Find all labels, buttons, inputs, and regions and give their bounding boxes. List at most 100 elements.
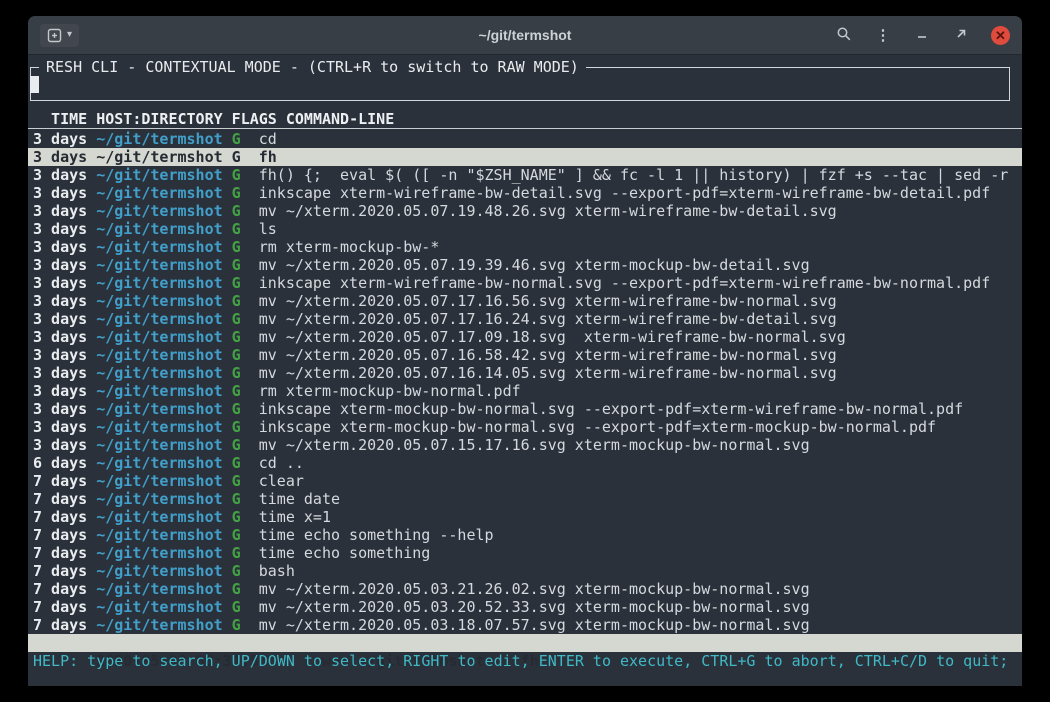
row-command: mv ~/xterm.2020.05.03.21.26.02.svg xterm… [259,580,810,598]
row-host-directory: ~/git/termshot [96,238,231,256]
row-time: 7 days [33,598,96,616]
row-host-directory: ~/git/termshot [96,490,231,508]
row-time: 3 days [33,256,96,274]
history-row[interactable]: 3 days~/git/termshotGls [28,220,1022,238]
terminal-content[interactable]: RESH CLI - CONTEXTUAL MODE - (CTRL+R to … [28,55,1022,686]
history-row[interactable]: 3 days~/git/termshotGmv ~/xterm.2020.05.… [28,310,1022,328]
row-command: cd [259,130,277,148]
row-flags: G [232,238,259,256]
history-row[interactable]: 7 days~/git/termshotGtime x=1 [28,508,1022,526]
history-row[interactable]: 3 days~/git/termshotGmv ~/xterm.2020.05.… [28,364,1022,382]
history-row[interactable]: 7 days~/git/termshotGtime echo something… [28,526,1022,544]
row-flags: G [232,130,259,148]
row-command: time x=1 [259,508,331,526]
row-host-directory: ~/git/termshot [96,544,231,562]
row-command: mv ~/xterm.2020.05.07.17.16.56.svg xterm… [259,292,837,310]
row-host-directory: ~/git/termshot [96,508,231,526]
history-row[interactable]: 3 days~/git/termshotGmv ~/xterm.2020.05.… [28,328,1022,346]
row-flags: G [232,616,259,634]
history-list-header: TIME HOST:DIRECTORY FLAGS COMMAND-LINE [28,110,1022,129]
row-command: fh() {; eval $( ([ -n "$ZSH_NAME" ] && f… [259,166,1009,184]
history-row[interactable]: 7 days~/git/termshotGclear [28,472,1022,490]
row-time: 3 days [33,310,96,328]
desktop-background: { "window": { "title": "~/git/termshot" … [0,0,1050,702]
row-flags: G [232,436,259,454]
row-time: 6 days [33,454,96,472]
row-host-directory: ~/git/termshot [96,292,231,310]
history-row[interactable]: 7 days~/git/termshotGtime echo something [28,544,1022,562]
row-flags: G [232,364,259,382]
row-command: mv ~/xterm.2020.05.03.18.07.57.svg xterm… [259,616,810,634]
row-time: 7 days [33,508,96,526]
row-host-directory: ~/git/termshot [96,616,231,634]
search-input-cursor[interactable] [30,76,39,93]
terminal-window: ▾ ~/git/termshot ⋮ [28,16,1022,686]
history-row[interactable]: 3 days~/git/termshotGinkscape xterm-wire… [28,274,1022,292]
row-flags: G [232,274,259,292]
history-row[interactable]: 3 days~/git/termshotGfh() {; eval $( ([ … [28,166,1022,184]
history-row[interactable]: 3 days~/git/termshotGrm xterm-mockup-bw-… [28,382,1022,400]
row-time: 3 days [33,382,96,400]
row-command: mv ~/xterm.2020.05.07.19.48.26.svg xterm… [259,202,837,220]
row-command: mv ~/xterm.2020.05.07.16.14.05.svg xterm… [259,364,837,382]
history-row[interactable]: 3 days~/git/termshotGfh [28,148,1022,166]
row-time: 7 days [33,562,96,580]
row-host-directory: ~/git/termshot [96,418,231,436]
row-flags: G [232,346,259,364]
history-list: 3 days~/git/termshotGcd3 days~/git/terms… [28,130,1022,634]
history-row[interactable]: 3 days~/git/termshotGcd [28,130,1022,148]
row-command: ls [259,220,277,238]
row-host-directory: ~/git/termshot [96,472,231,490]
history-row[interactable]: 3 days~/git/termshotGmv ~/xterm.2020.05.… [28,256,1022,274]
row-flags: G [232,544,259,562]
history-row[interactable]: 3 days~/git/termshotGinkscape xterm-mock… [28,400,1022,418]
history-row[interactable]: 3 days~/git/termshotGinkscape xterm-wire… [28,184,1022,202]
row-time: 7 days [33,544,96,562]
history-row[interactable]: 3 days~/git/termshotGmv ~/xterm.2020.05.… [28,436,1022,454]
row-time: 3 days [33,202,96,220]
mode-box-legend: RESH CLI - CONTEXTUAL MODE - (CTRL+R to … [39,58,586,76]
history-row[interactable]: 3 days~/git/termshotGrm xterm-mockup-bw-… [28,238,1022,256]
history-row[interactable]: 7 days~/git/termshotGmv ~/xterm.2020.05.… [28,598,1022,616]
row-host-directory: ~/git/termshot [96,382,231,400]
row-command: mv ~/xterm.2020.05.03.20.52.33.svg xterm… [259,598,810,616]
search-button[interactable] [835,26,853,44]
maximize-icon [954,27,968,44]
row-command: mv ~/xterm.2020.05.07.16.58.42.svg xterm… [259,346,837,364]
maximize-button[interactable] [952,26,970,44]
row-flags: G [232,382,259,400]
history-row[interactable]: 7 days~/git/termshotGbash [28,562,1022,580]
history-row[interactable]: 3 days~/git/termshotGmv ~/xterm.2020.05.… [28,202,1022,220]
row-command: inkscape xterm-wireframe-bw-normal.svg -… [259,274,991,292]
history-row[interactable]: 7 days~/git/termshotGmv ~/xterm.2020.05.… [28,580,1022,598]
search-mode-box: RESH CLI - CONTEXTUAL MODE - (CTRL+R to … [30,67,1010,101]
history-row[interactable]: 3 days~/git/termshotGmv ~/xterm.2020.05.… [28,292,1022,310]
menu-button[interactable]: ⋮ [874,26,892,44]
minimize-button[interactable] [913,26,931,44]
new-tab-button[interactable]: ▾ [40,24,79,47]
history-row[interactable]: 7 days~/git/termshotGmv ~/xterm.2020.05.… [28,616,1022,634]
row-time: 3 days [33,400,96,418]
history-row[interactable]: 3 days~/git/termshotGinkscape xterm-mock… [28,418,1022,436]
row-flags: G [232,562,259,580]
row-flags: G [232,454,259,472]
row-flags: G [232,490,259,508]
history-row[interactable]: 3 days~/git/termshotGmv ~/xterm.2020.05.… [28,346,1022,364]
row-time: 3 days [33,184,96,202]
history-row[interactable]: 7 days~/git/termshotGtime date [28,490,1022,508]
row-flags: G [232,526,259,544]
row-command: time echo something --help [259,526,494,544]
titlebar[interactable]: ▾ ~/git/termshot ⋮ [28,16,1022,55]
row-time: 3 days [33,238,96,256]
row-flags: G [232,328,259,346]
row-flags: G [232,472,259,490]
row-time: 3 days [33,130,96,148]
row-command: mv ~/xterm.2020.05.07.15.17.16.svg xterm… [259,436,810,454]
row-host-directory: ~/git/termshot [96,148,231,166]
row-time: 7 days [33,616,96,634]
history-row[interactable]: 6 days~/git/termshotGcd .. [28,454,1022,472]
row-flags: G [232,598,259,616]
close-button[interactable]: ✕ [991,26,1010,45]
row-command: cd .. [259,454,304,472]
row-host-directory: ~/git/termshot [96,184,231,202]
